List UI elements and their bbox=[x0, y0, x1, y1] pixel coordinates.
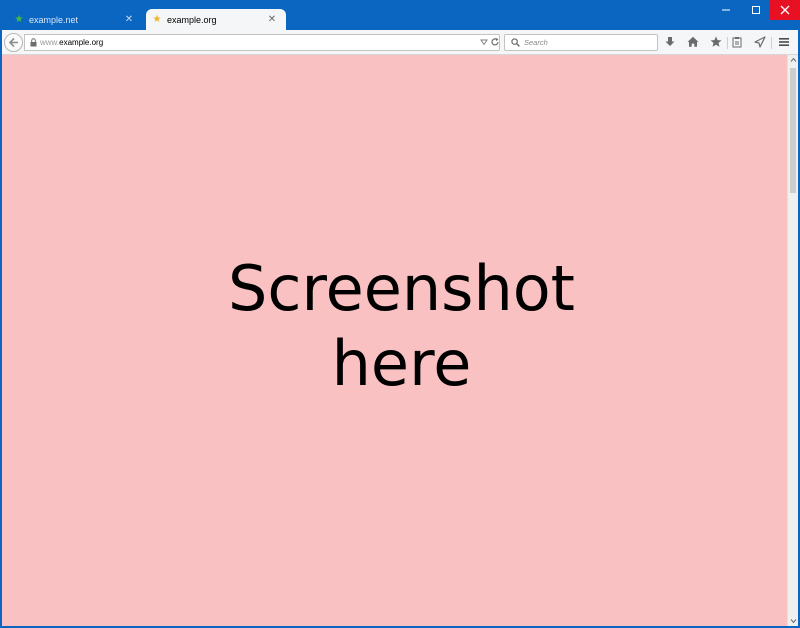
maximize-button[interactable] bbox=[741, 0, 771, 20]
url-bar[interactable]: www.example.org bbox=[24, 34, 500, 51]
minimize-button[interactable] bbox=[711, 0, 741, 20]
close-tab-icon[interactable]: ✕ bbox=[266, 14, 278, 26]
bookmarks-menu-icon[interactable] bbox=[730, 35, 744, 49]
close-window-button[interactable] bbox=[770, 0, 800, 20]
download-icon[interactable] bbox=[663, 35, 677, 49]
close-tab-icon[interactable]: ✕ bbox=[123, 14, 135, 26]
placeholder-text: Screenshot here bbox=[228, 251, 575, 401]
yellow-star-icon: ★ bbox=[152, 13, 162, 25]
page-content: Screenshot here bbox=[2, 55, 787, 626]
tab-title: example.net bbox=[29, 14, 79, 25]
bookmark-star-icon[interactable] bbox=[709, 35, 723, 49]
search-icon bbox=[511, 38, 520, 47]
home-icon[interactable] bbox=[686, 35, 700, 49]
browser-window: ★ example.net ✕ ★ example.org ✕ www.exam… bbox=[0, 0, 800, 628]
placeholder-line-2: here bbox=[331, 327, 472, 400]
green-star-icon: ★ bbox=[14, 13, 24, 25]
reload-icon[interactable] bbox=[490, 37, 500, 47]
placeholder-line-1: Screenshot bbox=[228, 252, 575, 325]
search-placeholder: Search bbox=[524, 38, 548, 47]
maximize-icon bbox=[752, 6, 760, 14]
scroll-down-arrow-icon[interactable] bbox=[790, 618, 797, 624]
scrollbar-thumb[interactable] bbox=[790, 68, 796, 193]
send-arrow-icon[interactable] bbox=[753, 35, 767, 49]
url-text[interactable]: www.example.org bbox=[40, 37, 103, 48]
tab-title: example.org bbox=[167, 14, 217, 25]
url-domain: example.org bbox=[59, 38, 104, 47]
hamburger-menu-icon[interactable] bbox=[777, 35, 791, 49]
scroll-up-arrow-icon[interactable] bbox=[790, 57, 797, 63]
title-bar: ★ example.net ✕ ★ example.org ✕ bbox=[0, 0, 800, 30]
tab-example-org[interactable]: ★ example.org ✕ bbox=[146, 9, 286, 30]
vertical-scrollbar[interactable] bbox=[787, 55, 798, 626]
toolbar-separator bbox=[771, 37, 772, 49]
tab-example-net[interactable]: ★ example.net ✕ bbox=[8, 9, 143, 30]
toolbar-separator bbox=[727, 37, 728, 49]
minimize-icon bbox=[722, 9, 730, 11]
search-bar[interactable]: Search bbox=[504, 34, 658, 51]
back-button[interactable] bbox=[4, 33, 23, 52]
navigation-toolbar: www.example.org Search bbox=[2, 30, 798, 55]
close-icon bbox=[780, 5, 790, 15]
back-arrow-icon bbox=[8, 37, 18, 48]
url-subdomain: www. bbox=[40, 38, 60, 47]
dropdown-triangle-icon[interactable] bbox=[480, 38, 488, 46]
lock-icon bbox=[30, 38, 37, 47]
